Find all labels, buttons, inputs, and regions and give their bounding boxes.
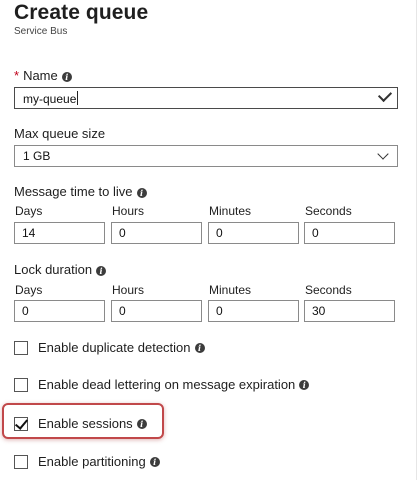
name-value: my-queue <box>23 92 77 106</box>
dead-lettering-option[interactable]: Enable dead lettering on message expirat… <box>14 377 310 392</box>
sessions-checkbox[interactable] <box>14 416 28 431</box>
ttl-minutes-input[interactable]: 0 <box>208 222 299 244</box>
lock-days-label: Days <box>15 283 43 297</box>
lock-seconds-value: 30 <box>312 304 326 318</box>
lock-minutes-input[interactable]: 0 <box>208 300 299 322</box>
sessions-label: Enable sessions <box>38 416 133 431</box>
duplicate-detection-checkbox[interactable] <box>14 340 28 355</box>
ttl-minutes-label: Minutes <box>209 204 252 218</box>
lock-label-text: Lock duration <box>14 262 93 277</box>
lock-hours-input[interactable]: 0 <box>111 300 202 322</box>
lock-duration-label: Lock duration i <box>14 262 107 277</box>
max-queue-size-value: 1 GB <box>23 149 51 163</box>
info-icon[interactable]: i <box>136 187 147 198</box>
lock-hours-value: 0 <box>119 304 126 318</box>
lock-minutes-label: Minutes <box>209 283 252 297</box>
max-queue-size-select[interactable]: 1 GB <box>14 145 398 167</box>
info-icon[interactable]: i <box>61 71 72 82</box>
valid-check-icon <box>377 87 393 103</box>
name-input[interactable]: my-queue <box>14 87 398 109</box>
text-cursor <box>77 91 79 105</box>
name-label-text: Name <box>23 68 58 83</box>
info-icon[interactable]: i <box>136 418 147 429</box>
dead-lettering-label: Enable dead lettering on message expirat… <box>38 377 296 392</box>
page-subtitle: Service Bus <box>14 26 68 37</box>
lock-minutes-value: 0 <box>216 304 223 318</box>
dead-lettering-checkbox[interactable] <box>14 377 28 392</box>
ttl-label-text: Message time to live <box>14 184 133 199</box>
duplicate-detection-label: Enable duplicate detection <box>38 340 191 355</box>
page-title: Create queue <box>14 1 149 24</box>
ttl-days-value: 14 <box>22 226 36 240</box>
info-icon[interactable]: i <box>96 265 107 276</box>
ttl-seconds-label: Seconds <box>305 204 352 218</box>
blade-header: Create queue Service Bus <box>14 0 148 37</box>
lock-days-input[interactable]: 0 <box>14 300 105 322</box>
ttl-hours-label: Hours <box>112 204 145 218</box>
partitioning-label: Enable partitioning <box>38 454 146 469</box>
info-icon[interactable]: i <box>299 379 310 390</box>
ttl-minutes-value: 0 <box>216 226 223 240</box>
ttl-days-label: Days <box>15 204 43 218</box>
max-queue-size-label: Max queue size <box>14 126 106 141</box>
partitioning-checkbox[interactable] <box>14 454 28 469</box>
ttl-seconds-input[interactable]: 0 <box>304 222 395 244</box>
lock-days-value: 0 <box>22 304 29 318</box>
lock-seconds-input[interactable]: 30 <box>304 300 395 322</box>
duplicate-detection-option[interactable]: Enable duplicate detection i <box>14 340 205 355</box>
lock-seconds-label: Seconds <box>305 283 352 297</box>
name-label: * Name i <box>14 68 72 83</box>
ttl-label: Message time to live i <box>14 184 147 199</box>
ttl-seconds-value: 0 <box>312 226 319 240</box>
partitioning-option[interactable]: Enable partitioning i <box>14 454 160 469</box>
ttl-hours-input[interactable]: 0 <box>111 222 202 244</box>
info-icon[interactable]: i <box>149 456 160 467</box>
sessions-option[interactable]: Enable sessions i <box>14 416 147 431</box>
info-icon[interactable]: i <box>194 342 205 353</box>
lock-hours-label: Hours <box>112 283 145 297</box>
required-marker: * <box>14 68 20 83</box>
chevron-down-icon <box>377 148 389 160</box>
ttl-hours-value: 0 <box>119 226 126 240</box>
ttl-days-input[interactable]: 14 <box>14 222 105 244</box>
